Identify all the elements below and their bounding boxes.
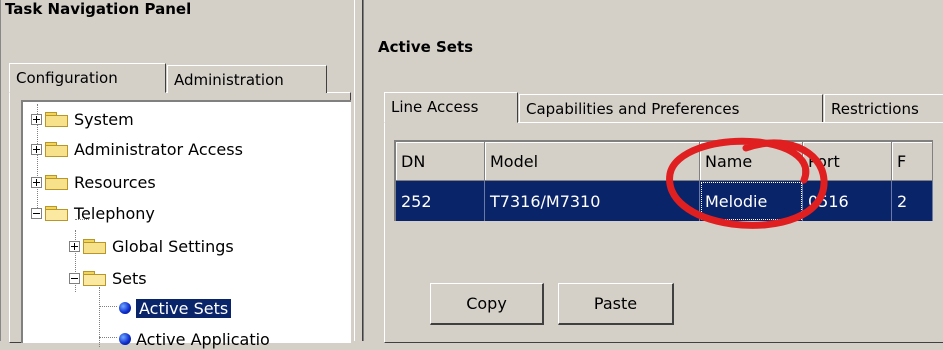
tree-item-telephony[interactable]: Telephony xyxy=(31,202,155,224)
annotation-stroke xyxy=(666,137,828,229)
tab-administration[interactable]: Administration xyxy=(167,65,327,93)
active-sets-panel: Active Sets Line Access Capabilities and… xyxy=(364,0,943,343)
tree-item-label: System xyxy=(74,109,134,129)
column-header-dn[interactable]: DN xyxy=(395,141,485,181)
tree-item-label: Resources xyxy=(74,172,156,192)
cell-dn[interactable]: 252 xyxy=(395,180,485,221)
tree-item-active-applications[interactable]: Active Applicatio xyxy=(119,328,270,350)
expand-icon[interactable] xyxy=(69,240,80,252)
copy-button[interactable]: Copy xyxy=(430,283,544,325)
section-title: Active Sets xyxy=(378,38,474,56)
tree-item-system[interactable]: System xyxy=(31,108,134,130)
panel-title: Task Navigation Panel xyxy=(5,0,192,18)
collapse-icon[interactable] xyxy=(31,207,42,219)
folder-icon xyxy=(82,238,106,254)
tree-item-label: Global Settings xyxy=(112,236,234,256)
tree-item-label: Sets xyxy=(112,268,147,288)
tree-item-label: Active Sets xyxy=(136,298,232,318)
tree-item-label: Telephony xyxy=(74,203,155,223)
folder-icon xyxy=(44,111,68,127)
tree-item-administrator-access[interactable]: Administrator Access xyxy=(31,138,243,160)
annotation-circle xyxy=(666,137,828,229)
cell-truncated[interactable]: 2 xyxy=(891,180,933,221)
splitter[interactable] xyxy=(354,0,364,341)
tab-capabilities-and-preferences[interactable]: Capabilities and Preferences xyxy=(519,94,823,122)
tree-item-label: Administrator Access xyxy=(74,139,243,159)
task-navigation-panel: Task Navigation Panel Configuration Admi… xyxy=(0,0,355,349)
tab-configuration[interactable]: Configuration xyxy=(9,63,166,93)
paste-button[interactable]: Paste xyxy=(558,283,674,325)
navigation-tree: System Administrator Access Resources Te… xyxy=(21,100,351,349)
blue-dot-icon xyxy=(119,302,131,314)
expand-icon[interactable] xyxy=(31,176,42,188)
blue-dot-icon xyxy=(119,333,131,345)
tree-item-label: Active Applicatio xyxy=(136,329,270,349)
tab-restrictions[interactable]: Restrictions xyxy=(824,94,943,122)
tree-item-active-sets[interactable]: Active Sets xyxy=(119,297,232,319)
folder-icon xyxy=(44,174,68,190)
tree-item-resources[interactable]: Resources xyxy=(31,171,156,193)
folder-open-icon xyxy=(44,205,68,221)
collapse-icon[interactable] xyxy=(69,272,80,284)
expand-icon[interactable] xyxy=(31,113,42,125)
tab-line-access[interactable]: Line Access xyxy=(384,92,518,123)
column-header-truncated[interactable]: F xyxy=(891,141,933,181)
tree-item-global-settings[interactable]: Global Settings xyxy=(69,235,234,257)
tree-item-sets[interactable]: Sets xyxy=(69,267,147,289)
folder-open-icon xyxy=(82,270,106,286)
expand-icon[interactable] xyxy=(31,143,42,155)
folder-icon xyxy=(44,141,68,157)
